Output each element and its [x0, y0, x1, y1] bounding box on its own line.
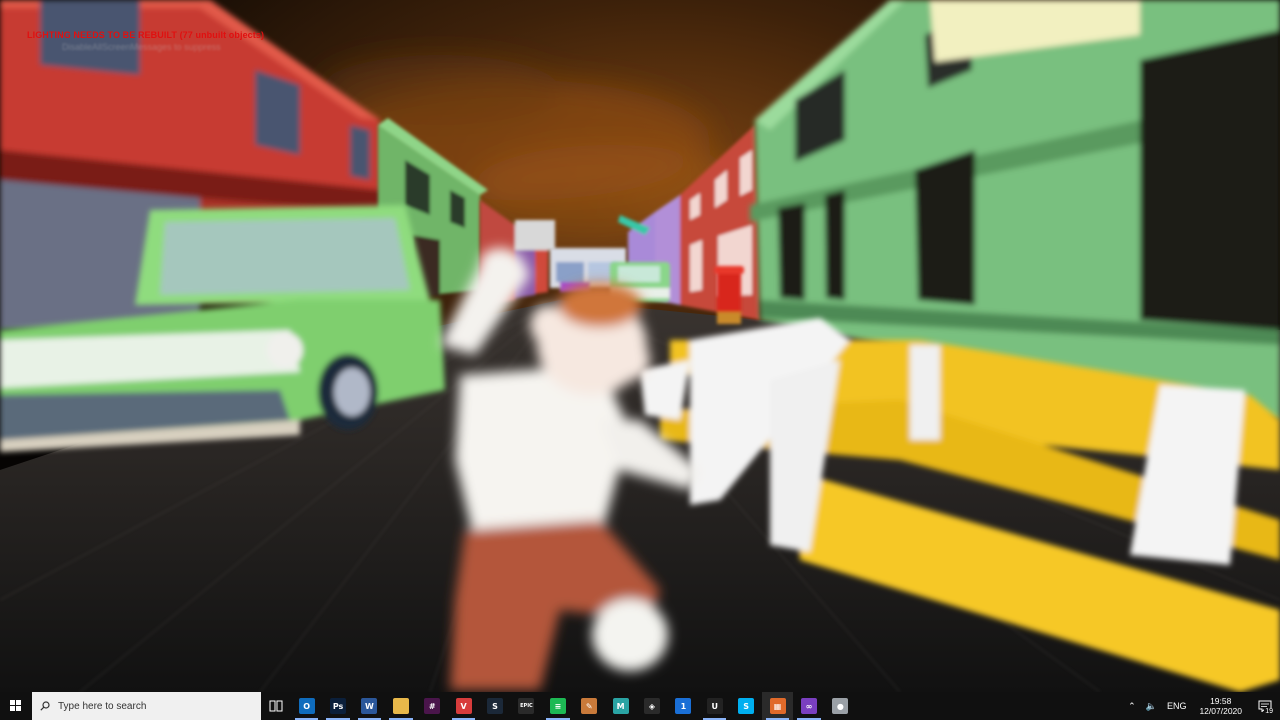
- input-language-button[interactable]: ENG: [1162, 692, 1192, 720]
- game-scene: [0, 0, 1280, 692]
- taskbar-app-paint-app[interactable]: ✎: [574, 692, 605, 720]
- speaker-icon: 🔈: [1145, 700, 1157, 711]
- desktop-screen: LIGHTING NEEDS TO BE REBUILT (77 unbuilt…: [0, 0, 1280, 720]
- system-tray: ⌃ 🔈 ENG 19:58 12/07/2020 19: [1123, 692, 1280, 720]
- red-postbox: [714, 266, 744, 324]
- notification-count: 19: [1264, 708, 1274, 715]
- onepassword-icon: 1: [675, 698, 692, 714]
- folder-icon: [392, 698, 409, 714]
- slack-icon: #: [424, 698, 441, 714]
- chevron-up-icon: ⌃: [1128, 700, 1136, 711]
- search-icon: [40, 701, 50, 711]
- vivaldi-icon: V: [455, 698, 472, 714]
- spotify-icon: ≡: [549, 698, 566, 714]
- taskbar-app-visual-studio[interactable]: ∞: [793, 692, 824, 720]
- start-button[interactable]: [0, 692, 32, 720]
- taskbar-app-vivaldi[interactable]: V: [448, 692, 479, 720]
- taskbar-app-epic-games[interactable]: EPIC: [511, 692, 542, 720]
- unreal-engine-icon: U: [706, 698, 723, 714]
- search-placeholder: Type here to search: [58, 700, 147, 712]
- volume-button[interactable]: 🔈: [1141, 692, 1162, 720]
- taskbar-app-spotify[interactable]: ≡: [542, 692, 573, 720]
- taskbar-app-unreal-engine[interactable]: U: [699, 692, 730, 720]
- lighting-warning-message: LIGHTING NEEDS TO BE REBUILT (77 unbuilt…: [27, 30, 265, 40]
- taskbar-app-outlook[interactable]: O: [291, 692, 322, 720]
- clock-time: 19:58: [1210, 696, 1232, 706]
- taskbar-app-maya[interactable]: M: [605, 692, 636, 720]
- pinned-apps: O Ps W # V S EPIC ≡ ✎ M ◈ 1 U S ▦ ∞ ●: [291, 692, 856, 720]
- maya-icon: M: [612, 698, 629, 714]
- taskbar-app-slack[interactable]: #: [417, 692, 448, 720]
- visual-studio-icon: ∞: [800, 698, 817, 714]
- debug-hint-message: DisableAllScreenMessages to suppress: [62, 42, 221, 52]
- show-hidden-icons-button[interactable]: ⌃: [1123, 692, 1141, 720]
- outlook-icon: O: [298, 698, 315, 714]
- taskbar-app-onepassword[interactable]: 1: [668, 692, 699, 720]
- taskbar-app-word[interactable]: W: [354, 692, 385, 720]
- action-center-button[interactable]: 19: [1250, 692, 1280, 720]
- taskbar-app-extra-app[interactable]: ●: [825, 692, 856, 720]
- task-view-button[interactable]: [261, 692, 291, 720]
- language-label: ENG: [1166, 701, 1187, 711]
- steam-icon: S: [487, 698, 504, 714]
- clock-button[interactable]: 19:58 12/07/2020: [1191, 696, 1250, 716]
- windows-taskbar: Type here to search O Ps W # V S EPIC ≡ ✎ M ◈ 1 U S ▦ ∞…: [0, 692, 1280, 720]
- taskbar-app-unity[interactable]: ◈: [636, 692, 667, 720]
- shield-app-icon: ●: [832, 698, 849, 714]
- windows-logo-icon: [10, 700, 22, 712]
- taskbar-app-photoshop[interactable]: Ps: [322, 692, 353, 720]
- epic-games-icon: EPIC: [518, 698, 535, 714]
- paint-icon: ✎: [581, 698, 598, 714]
- game-viewport[interactable]: LIGHTING NEEDS TO BE REBUILT (77 unbuilt…: [0, 0, 1280, 692]
- game-window-icon: ▦: [769, 698, 786, 714]
- taskbar-app-file-explorer[interactable]: [385, 692, 416, 720]
- skype-icon: S: [738, 698, 755, 714]
- task-view-icon: [269, 700, 283, 712]
- taskbar-app-game-window[interactable]: ▦: [761, 692, 794, 720]
- clock-date: 12/07/2020: [1199, 706, 1242, 716]
- word-icon: W: [361, 698, 378, 714]
- taskbar-app-steam[interactable]: S: [479, 692, 510, 720]
- taskbar-app-skype[interactable]: S: [730, 692, 761, 720]
- taskbar-search-box[interactable]: Type here to search: [32, 692, 261, 720]
- unity-icon: ◈: [643, 698, 660, 714]
- photoshop-icon: Ps: [330, 698, 347, 714]
